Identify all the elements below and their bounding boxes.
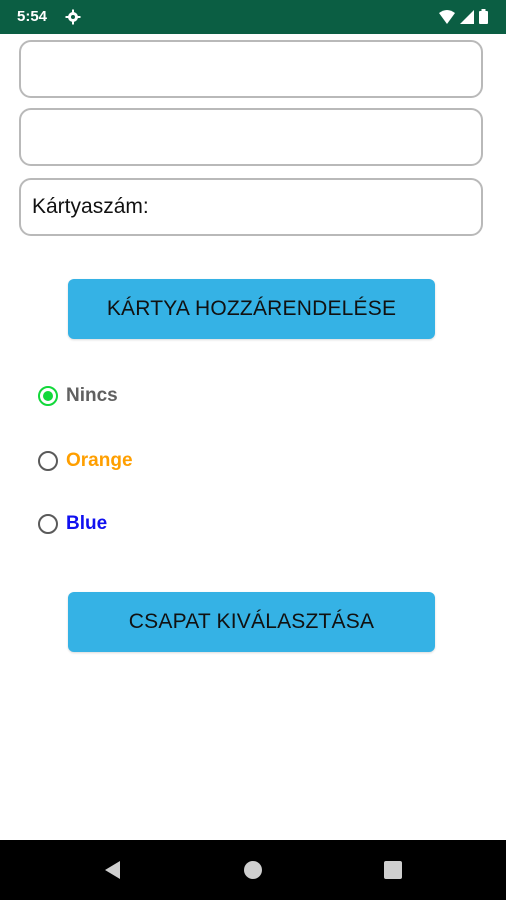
gear-icon [65,9,81,29]
wifi-icon [439,9,455,29]
recents-icon[interactable] [381,858,405,882]
text-field-1[interactable] [19,40,483,98]
radio-label: Blue [66,513,108,534]
text-field-2[interactable] [19,108,483,166]
radio-button-checked[interactable] [38,386,58,406]
card-number-label: Kártyaszám: [32,195,149,218]
radio-button[interactable] [38,451,58,471]
radio-label: Orange [66,450,133,471]
signal-icon [460,9,474,29]
assign-card-button[interactable]: KÁRTYA HOZZÁRENDELÉSE [68,279,435,339]
status-time: 5:54 [17,8,48,25]
battery-icon [479,9,488,29]
card-number-field[interactable]: Kártyaszám: [19,178,483,236]
status-bar: 5:54 [0,0,506,34]
home-icon[interactable] [241,858,265,882]
status-icons [439,9,488,29]
radio-button[interactable] [38,514,58,534]
navigation-bar [0,840,506,900]
radio-option-nincs[interactable]: Nincs [38,385,118,407]
radio-option-orange[interactable]: Orange [38,450,133,472]
radio-option-blue[interactable]: Blue [38,513,107,535]
select-team-button[interactable]: CSAPAT KIVÁLASZTÁSA [68,592,435,652]
radio-label: Nincs [66,385,118,406]
back-icon[interactable] [101,858,125,882]
